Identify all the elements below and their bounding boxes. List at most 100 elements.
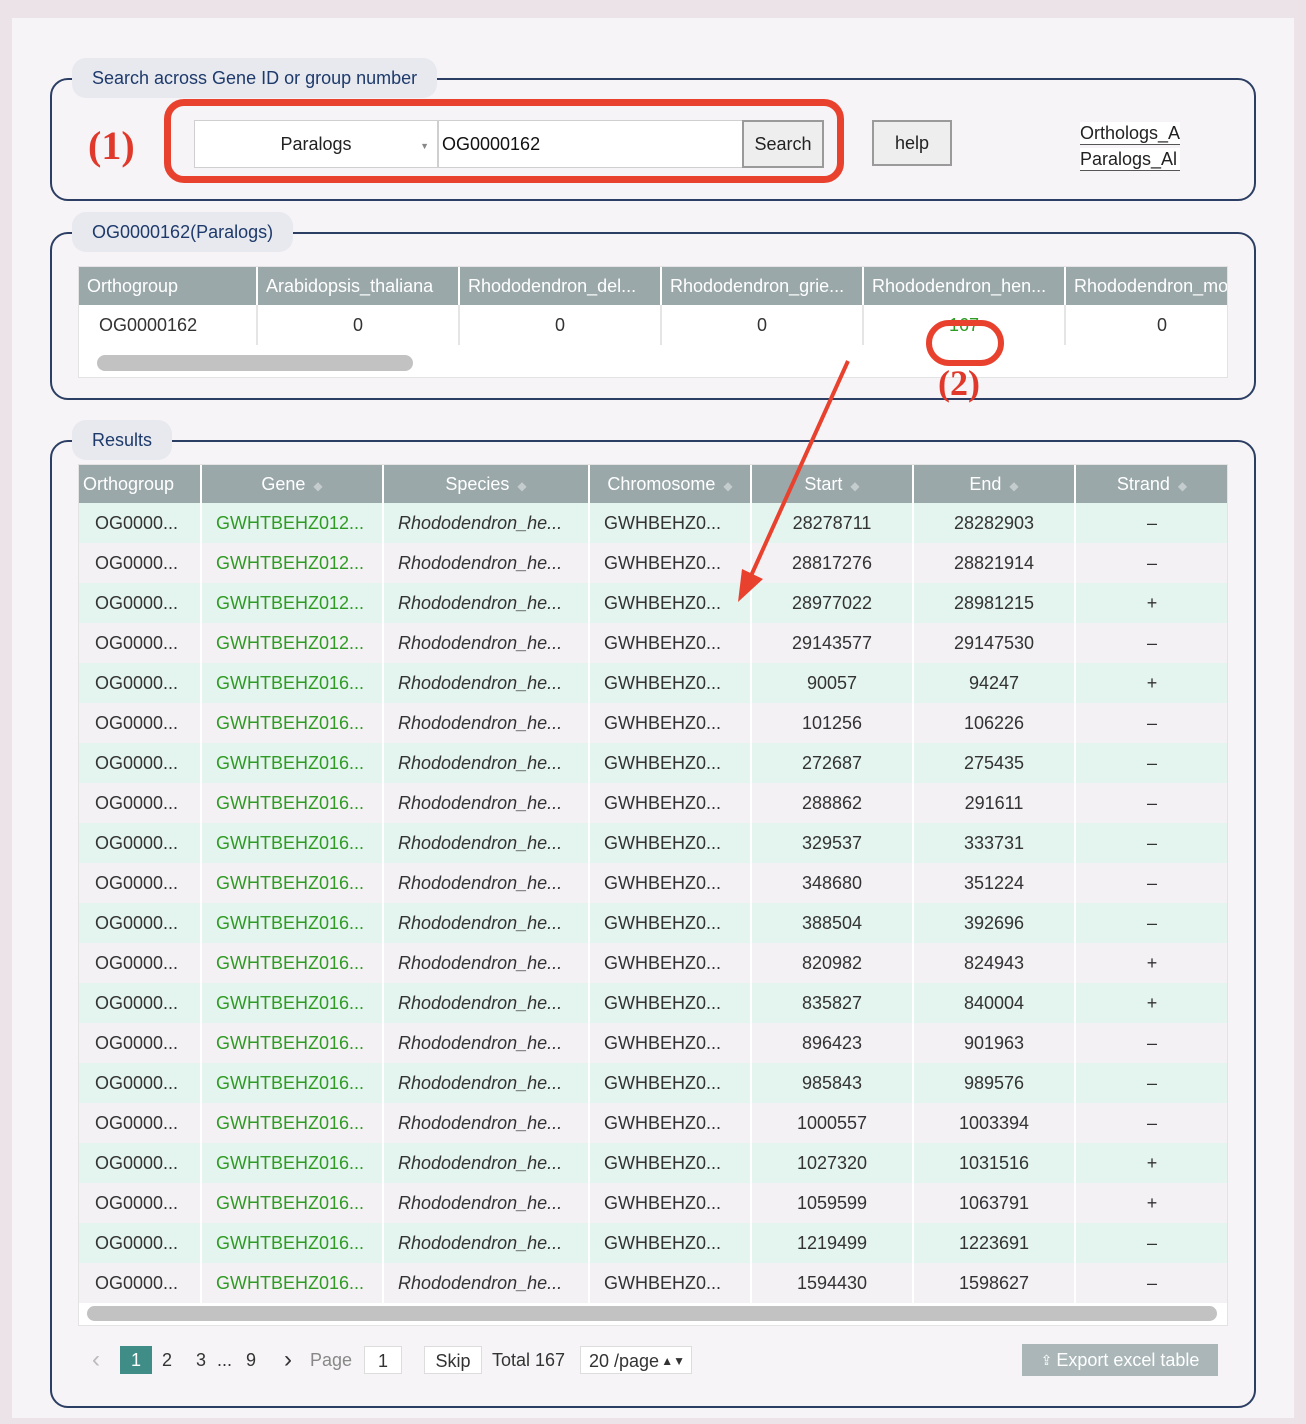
cell-end: 28821914 xyxy=(913,543,1076,583)
column-header-gene[interactable]: Gene ◆ xyxy=(201,465,384,503)
table-row: OG0000... GWHTBEHZ016... Rhododendron_he..… xyxy=(79,1063,1227,1103)
column-header-end[interactable]: End ◆ xyxy=(913,465,1076,503)
cell-gene-link[interactable]: GWHTBEHZ016... xyxy=(201,1263,384,1303)
page-button-1[interactable]: 1 xyxy=(120,1346,152,1374)
cell-orthogroup: OG0000... xyxy=(79,743,202,783)
cell-chromosome: GWHBEHZ0... xyxy=(589,1143,752,1183)
cell-chromosome: GWHBEHZ0... xyxy=(589,503,752,543)
cell-chromosome: GWHBEHZ0... xyxy=(589,1023,752,1063)
page-button-9[interactable]: 9 xyxy=(246,1346,256,1374)
upload-icon: ⇪ xyxy=(1040,1351,1053,1368)
cell-orthogroup: OG0000... xyxy=(79,1103,202,1143)
horizontal-scrollbar[interactable] xyxy=(87,1306,1217,1321)
cell-strand: – xyxy=(1075,903,1227,943)
cell-start: 388504 xyxy=(751,903,914,943)
results-legend: Results xyxy=(72,420,173,460)
column-header-species[interactable]: Species ◆ xyxy=(383,465,590,503)
cell-gene-link[interactable]: GWHTBEHZ016... xyxy=(201,1103,384,1143)
cell-strand: – xyxy=(1075,703,1227,743)
download-orthologs-link[interactable]: Orthologs_A xyxy=(1080,122,1180,145)
export-excel-button[interactable]: ⇪ Export excel table xyxy=(1022,1344,1218,1376)
cell-gene-link[interactable]: GWHTBEHZ016... xyxy=(201,1023,384,1063)
search-button[interactable]: Search xyxy=(742,120,824,168)
cell-gene-link[interactable]: GWHTBEHZ012... xyxy=(201,623,384,663)
help-button[interactable]: help xyxy=(872,120,952,166)
cell-gene-link[interactable]: GWHTBEHZ016... xyxy=(201,663,384,703)
page-size-select[interactable]: 20 /page ▲▼ xyxy=(580,1346,692,1374)
cell-chromosome: GWHBEHZ0... xyxy=(589,623,752,663)
page-ellipsis[interactable]: ... xyxy=(217,1346,232,1374)
cell-chromosome: GWHBEHZ0... xyxy=(589,1223,752,1263)
search-type-select[interactable]: Paralogs ▼ xyxy=(194,120,438,168)
page-number-input[interactable]: 1 xyxy=(364,1346,402,1374)
column-header[interactable]: Rhododendron_grie... xyxy=(661,267,864,305)
cell-chromosome: GWHBEHZ0... xyxy=(589,943,752,983)
search-legend: Search across Gene ID or group number xyxy=(72,58,438,98)
cell-start: 835827 xyxy=(751,983,914,1023)
cell-chromosome: GWHBEHZ0... xyxy=(589,1183,752,1223)
cell-strand: + xyxy=(1075,583,1227,623)
cell-end: 1223691 xyxy=(913,1223,1076,1263)
table-row: OG0000... GWHTBEHZ016... Rhododendron_he..… xyxy=(79,703,1227,743)
page-button-3[interactable]: 3 xyxy=(196,1346,206,1374)
results-header-row: Orthogroup Gene ◆ Species ◆ Chromosome ◆ St… xyxy=(79,465,1227,503)
sort-icon[interactable]: ◆ xyxy=(313,479,322,493)
search-input[interactable]: OG0000162 xyxy=(438,120,743,168)
table-row: OG0000... GWHTBEHZ016... Rhododendron_he..… xyxy=(79,1183,1227,1223)
cell-start: 1000557 xyxy=(751,1103,914,1143)
sort-icon[interactable]: ◆ xyxy=(850,479,859,493)
column-header-chromosome[interactable]: Chromosome ◆ xyxy=(589,465,752,503)
table-row: OG0000... GWHTBEHZ016... Rhododendron_he..… xyxy=(79,943,1227,983)
cell-gene-link[interactable]: GWHTBEHZ012... xyxy=(201,583,384,623)
column-header[interactable]: Rhododendron_del... xyxy=(459,267,662,305)
cell-gene-link[interactable]: GWHTBEHZ016... xyxy=(201,783,384,823)
column-header-orthogroup[interactable]: Orthogroup xyxy=(79,465,202,503)
cell-gene-link[interactable]: GWHTBEHZ016... xyxy=(201,1143,384,1183)
cell-strand: – xyxy=(1075,783,1227,823)
horizontal-scrollbar[interactable] xyxy=(97,355,413,371)
highlight-circle-count xyxy=(926,320,1004,366)
cell-chromosome: GWHBEHZ0... xyxy=(589,783,752,823)
cell-gene-link[interactable]: GWHTBEHZ016... xyxy=(201,983,384,1023)
sort-icon[interactable]: ◆ xyxy=(517,479,526,493)
column-header-strand[interactable]: Strand ◆ xyxy=(1075,465,1227,503)
column-header-start[interactable]: Start ◆ xyxy=(751,465,914,503)
cell-gene-link[interactable]: GWHTBEHZ012... xyxy=(201,543,384,583)
cell-orthogroup: OG0000... xyxy=(79,543,202,583)
sort-icon[interactable]: ◆ xyxy=(1178,479,1187,493)
column-header[interactable]: Arabidopsis_thaliana xyxy=(257,267,460,305)
cell-gene-link[interactable]: GWHTBEHZ016... xyxy=(201,703,384,743)
cell-gene-link[interactable]: GWHTBEHZ016... xyxy=(201,1183,384,1223)
cell-gene-link[interactable]: GWHTBEHZ016... xyxy=(201,823,384,863)
cell-end: 351224 xyxy=(913,863,1076,903)
cell-start: 1594430 xyxy=(751,1263,914,1303)
sort-icon[interactable]: ◆ xyxy=(1009,479,1018,493)
download-paralogs-link[interactable]: Paralogs_Al xyxy=(1080,148,1180,171)
cell-gene-link[interactable]: GWHTBEHZ016... xyxy=(201,863,384,903)
prev-page-icon[interactable]: ‹ xyxy=(92,1346,100,1374)
cell-end: 28981215 xyxy=(913,583,1076,623)
cell-start: 101256 xyxy=(751,703,914,743)
cell-chromosome: GWHBEHZ0... xyxy=(589,863,752,903)
page-button-2[interactable]: 2 xyxy=(162,1346,172,1374)
next-page-icon[interactable]: › xyxy=(284,1346,292,1374)
cell-strand: + xyxy=(1075,1143,1227,1183)
skip-button[interactable]: Skip xyxy=(424,1346,482,1374)
column-header[interactable]: Rhododendron_mo xyxy=(1065,267,1227,305)
sort-icon[interactable]: ◆ xyxy=(723,479,732,493)
table-row: OG0000... GWHTBEHZ012... Rhododendron_he..… xyxy=(79,623,1227,663)
cell-gene-link[interactable]: GWHTBEHZ012... xyxy=(201,503,384,543)
table-row: OG0000... GWHTBEHZ016... Rhododendron_he..… xyxy=(79,1023,1227,1063)
orthogroup-fieldset: OG0000162(Paralogs) Orthogroup Arabidops… xyxy=(50,212,1256,403)
cell-gene-link[interactable]: GWHTBEHZ016... xyxy=(201,903,384,943)
cell-gene-link[interactable]: GWHTBEHZ016... xyxy=(201,1223,384,1263)
cell-gene-link[interactable]: GWHTBEHZ016... xyxy=(201,1063,384,1103)
cell-chromosome: GWHBEHZ0... xyxy=(589,983,752,1023)
column-header[interactable]: Orthogroup xyxy=(79,267,258,305)
cell-end: 28282903 xyxy=(913,503,1076,543)
cell-gene-link[interactable]: GWHTBEHZ016... xyxy=(201,943,384,983)
cell-strand: – xyxy=(1075,503,1227,543)
column-header[interactable]: Rhododendron_hen... xyxy=(863,267,1066,305)
cell-gene-link[interactable]: GWHTBEHZ016... xyxy=(201,743,384,783)
cell-count: 0 xyxy=(661,305,864,345)
